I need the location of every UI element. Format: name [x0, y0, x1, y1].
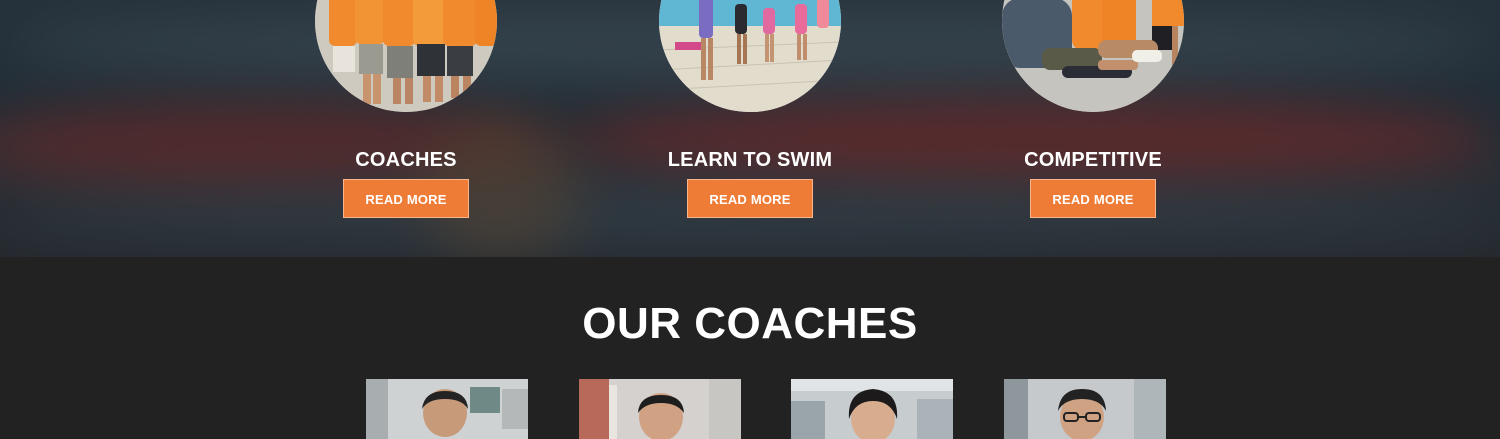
read-more-button[interactable]: READ MORE	[1030, 179, 1156, 218]
our-coaches-section: OUR COACHES	[0, 257, 1500, 439]
read-more-button[interactable]: READ MORE	[687, 179, 813, 218]
hero-programs-section: COACHES READ MORE LEARN TO SWIM READ MOR…	[0, 0, 1500, 257]
coach-portrait-4[interactable]	[1004, 379, 1166, 439]
coach-portrait-3[interactable]	[791, 379, 953, 439]
program-card-competitive: COMPETITIVE READ MORE	[973, 0, 1213, 218]
program-card-learn-to-swim: LEARN TO SWIM READ MORE	[630, 0, 870, 218]
program-title: COACHES	[355, 149, 457, 171]
coach-portrait-2[interactable]	[579, 379, 741, 439]
coach-portrait-1[interactable]	[366, 379, 528, 439]
program-title: LEARN TO SWIM	[667, 149, 833, 171]
program-title: COMPETITIVE	[1024, 149, 1162, 171]
swimmers-sitting-photo	[1002, 0, 1184, 112]
kids-at-pool-photo	[659, 0, 841, 112]
section-title: OUR COACHES	[582, 299, 918, 348]
program-card-coaches: COACHES READ MORE	[286, 0, 526, 218]
read-more-button[interactable]: READ MORE	[343, 179, 469, 218]
team-in-orange-shirts-photo	[315, 0, 497, 112]
